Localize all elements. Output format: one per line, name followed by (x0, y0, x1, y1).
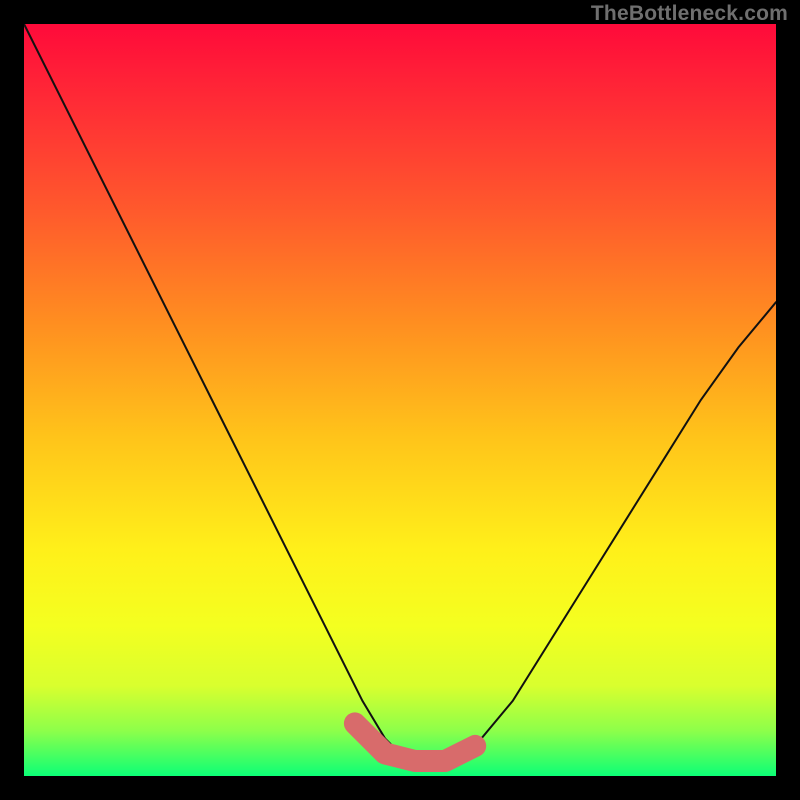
chart-frame (24, 24, 776, 776)
chart-svg (24, 24, 776, 776)
bottleneck-highlight (355, 723, 475, 761)
watermark-text: TheBottleneck.com (591, 2, 788, 26)
bottleneck-curve-line (24, 24, 776, 761)
